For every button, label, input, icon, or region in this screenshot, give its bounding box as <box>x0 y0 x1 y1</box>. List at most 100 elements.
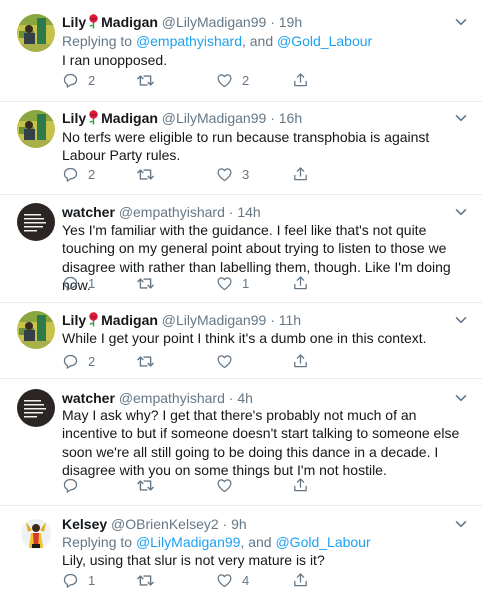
share-icon <box>294 573 307 587</box>
chevron-down-icon[interactable] <box>454 391 468 405</box>
tweet-actions: 2 2 <box>62 70 362 90</box>
retweet-button[interactable] <box>136 164 164 184</box>
avatar[interactable] <box>17 514 55 552</box>
like-button[interactable]: 2 <box>216 70 249 90</box>
like-button[interactable] <box>216 351 242 371</box>
user-handle[interactable]: @OBrienKelsey2 <box>111 516 219 532</box>
like-count: 2 <box>242 72 250 88</box>
share-button[interactable] <box>292 351 309 371</box>
mention-link[interactable]: @Gold_Labour <box>275 534 370 550</box>
avatar[interactable] <box>17 110 55 148</box>
share-button[interactable] <box>292 273 309 293</box>
reply-button[interactable] <box>62 475 88 495</box>
mention-link[interactable]: @empathyishard <box>136 33 242 49</box>
user-handle[interactable]: @LilyMadigan99 <box>162 110 267 126</box>
retweet-button[interactable] <box>136 351 164 371</box>
user-handle[interactable]: @LilyMadigan99 <box>162 312 267 328</box>
display-name[interactable]: Kelsey <box>62 516 107 532</box>
retweet-button[interactable] <box>136 475 164 495</box>
timestamp[interactable]: 14h <box>237 204 260 220</box>
like-button[interactable] <box>216 475 242 495</box>
tweet-actions: 1 4 <box>62 570 362 590</box>
display-name[interactable]: Lily <box>62 14 86 30</box>
retweet-button[interactable] <box>136 70 164 90</box>
timestamp[interactable]: 16h <box>279 110 302 126</box>
retweet-button[interactable] <box>136 570 164 590</box>
retweet-button[interactable] <box>136 273 164 293</box>
timestamp[interactable]: 4h <box>237 390 253 406</box>
tweet[interactable]: watcher @empathyishard · 14h Yes I'm fam… <box>0 195 482 302</box>
reply-button[interactable]: 2 <box>62 70 95 90</box>
retweet-icon <box>137 355 154 367</box>
like-icon <box>217 478 232 492</box>
share-button[interactable] <box>292 164 309 184</box>
tweet-text: I ran unopposed. <box>62 52 168 68</box>
tweet-actions: 1 1 <box>62 273 362 293</box>
reply-button[interactable]: 1 <box>62 570 95 590</box>
user-handle[interactable]: @empathyishard <box>119 204 225 220</box>
tweet[interactable]: Lily Madigan @LilyMadigan99 · 11h While I… <box>0 303 482 378</box>
share-button[interactable] <box>292 475 309 495</box>
replying-to: Replying to @empathyishard, and @Gold_La… <box>62 32 470 50</box>
separator-dot: · <box>228 204 234 220</box>
tweet[interactable]: Kelsey @OBrienKelsey2 · 9h Replying to @… <box>0 506 482 600</box>
share-button[interactable] <box>292 570 309 590</box>
like-icon <box>217 354 232 368</box>
share-button[interactable] <box>292 70 309 90</box>
display-name-suffix[interactable]: Madigan <box>101 110 158 126</box>
display-name[interactable]: Lily <box>62 110 86 126</box>
timestamp[interactable]: 9h <box>231 516 247 532</box>
display-name-suffix[interactable]: Madigan <box>101 14 158 30</box>
display-name[interactable]: Lily <box>62 312 86 328</box>
tweet[interactable]: Lily Madigan @LilyMadigan99 · 16h No terf… <box>0 102 482 194</box>
retweet-icon <box>137 479 154 491</box>
retweet-icon <box>137 74 154 86</box>
reply-count: 2 <box>88 72 96 88</box>
tweet[interactable]: watcher @empathyishard · 4h May I ask wh… <box>0 379 482 502</box>
separator-dot: · <box>228 390 234 406</box>
like-count: 4 <box>242 572 250 588</box>
retweet-icon <box>137 574 154 586</box>
like-count: 3 <box>242 166 250 182</box>
timestamp[interactable]: 11h <box>279 312 301 328</box>
tweet[interactable]: Lily Madigan @LilyMadigan99 · 19h Replyin… <box>0 0 482 101</box>
avatar[interactable] <box>17 203 55 241</box>
like-button[interactable]: 1 <box>216 273 249 293</box>
reply-icon <box>63 276 78 291</box>
chevron-down-icon[interactable] <box>454 111 468 125</box>
tweet-actions <box>62 475 362 495</box>
avatar[interactable] <box>17 311 55 349</box>
display-name-suffix[interactable]: Madigan <box>101 312 158 328</box>
like-button[interactable]: 4 <box>216 570 249 590</box>
like-icon <box>217 167 232 181</box>
tweet-text: No terfs were eligible to run because tr… <box>62 129 430 164</box>
user-handle[interactable]: @empathyishard <box>119 390 225 406</box>
chevron-down-icon[interactable] <box>454 15 468 29</box>
display-name[interactable]: watcher <box>62 204 115 220</box>
tweet-text: Lily, using that slur is not very mature… <box>62 552 325 568</box>
replying-to: Replying to @LilyMadigan99, and @Gold_La… <box>62 533 470 551</box>
rose-emoji-icon <box>87 14 100 33</box>
reply-count: 1 <box>88 572 96 588</box>
rose-emoji-icon <box>87 110 100 129</box>
display-name[interactable]: watcher <box>62 390 115 406</box>
mention-link[interactable]: @Gold_Labour <box>277 33 372 49</box>
timestamp[interactable]: 19h <box>279 14 302 30</box>
like-button[interactable]: 3 <box>216 164 249 184</box>
avatar[interactable] <box>17 389 55 427</box>
reply-button[interactable]: 2 <box>62 351 95 371</box>
chevron-down-icon[interactable] <box>454 313 468 327</box>
reply-count: 2 <box>88 166 96 182</box>
mention-link[interactable]: @LilyMadigan99 <box>136 534 241 550</box>
reply-icon <box>63 167 78 182</box>
reply-icon <box>63 73 78 88</box>
user-handle[interactable]: @LilyMadigan99 <box>162 14 267 30</box>
reply-button[interactable]: 1 <box>62 273 95 293</box>
avatar[interactable] <box>17 14 55 52</box>
chevron-down-icon[interactable] <box>454 205 468 219</box>
tweet-text: May I ask why? I get that there's probab… <box>62 407 460 479</box>
reply-button[interactable]: 2 <box>62 164 95 184</box>
separator-dot: · <box>270 312 275 328</box>
like-icon <box>217 573 232 587</box>
chevron-down-icon[interactable] <box>454 517 468 531</box>
